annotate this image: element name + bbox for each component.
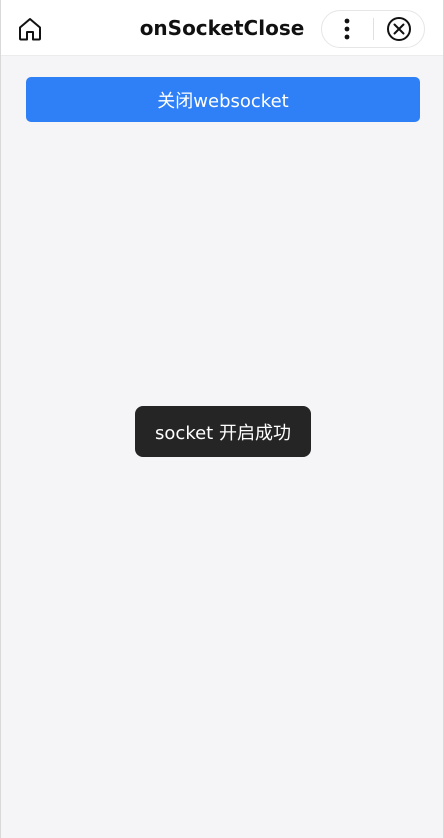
home-button[interactable] (13, 12, 47, 46)
close-button[interactable] (374, 11, 425, 47)
menu-capsule (321, 10, 425, 48)
app-page: onSocketClose 关闭websocket socket 开启成功 (0, 0, 444, 838)
home-icon (19, 18, 41, 41)
toast-message: socket 开启成功 (135, 406, 311, 457)
navigation-bar: onSocketClose (1, 0, 443, 56)
more-dots-icon (344, 18, 350, 40)
more-button[interactable] (322, 11, 373, 47)
close-websocket-button[interactable]: 关闭websocket (26, 77, 420, 122)
close-circle-icon (386, 17, 411, 41)
